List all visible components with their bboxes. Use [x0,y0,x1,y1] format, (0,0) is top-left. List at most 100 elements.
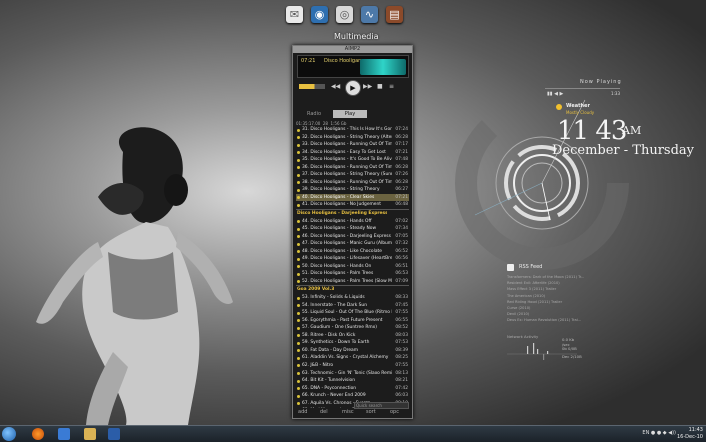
playlist-row[interactable]: 57. Gaudium - One (Suntree Rmx) 08:52 [296,324,409,332]
playlist-row[interactable]: 40. Disco Hooligans - Clear Skies 07:21 [296,193,409,202]
del-button[interactable]: del [320,409,328,415]
track-duration: 06:03 [395,393,408,399]
playlist-row[interactable]: 56. Egorythmia - Past Future Present 06:5… [296,317,409,325]
playlist-group-header[interactable]: Disco Hooligans - Darjeeling Express (20… [296,209,409,218]
volume-bar[interactable] [299,84,325,89]
playlist-row[interactable]: 45. Disco Hooligans - Steady Now 07:34 [296,225,409,233]
next-icon[interactable]: ▶▶ [363,83,372,90]
prev-icon[interactable]: ◀◀ [331,83,340,90]
playlist-row[interactable]: 50. Disco Hooligans - Hands On 06:51 [296,263,409,271]
playlist-row[interactable]: 55. Liquid Soul - Out Of The Blue (Ritmo… [296,309,409,317]
track-number: 64. [302,378,309,384]
playlist-row[interactable]: 61. Aladdin Vs. Signs - Crystal Alchemy 0… [296,354,409,362]
track-name: Goa 2009 Vol.3 [297,287,335,293]
track-name: Disco Hooligans - String Theory [310,187,380,193]
playlist-row[interactable]: 39. Disco Hooligans - String Theory 06:27 [296,186,409,194]
wallpaper-figure [36,127,233,425]
track-number: 37. [302,172,309,178]
track-duration: 07:26 [395,172,408,178]
eq-icon[interactable]: ≡ [389,83,394,90]
track-title: Disco Hooligans - Darjeeling Express (20… [297,210,387,218]
track-title: 35. Disco Hooligans - It's Good To Be Al… [302,156,392,164]
playlist-row[interactable]: 52. Disco Hooligans - Palm Trees (Slow M… [296,278,409,286]
sort-button[interactable]: sort [366,409,376,415]
now-playing-controls[interactable]: ▮▮ ◀ ▶ [547,91,563,97]
playlist-row[interactable]: 51. Disco Hooligans - Palm Trees 06:53 [296,270,409,278]
track-title: 47. Disco Hooligans - Manic Guru (Album.… [302,240,392,248]
playlist-row[interactable]: 31. Disco Hooligans - This Is How It's G… [296,126,409,134]
playlist-row[interactable]: 46. Disco Hooligans - Darjeeling Express… [296,233,409,241]
language-indicator[interactable]: EN [642,430,649,436]
playlist-row[interactable]: 36. Disco Hooligans - Running Out Of Tim… [296,164,409,172]
track-duration: 06:51 [395,263,408,269]
play-button[interactable]: ▶ [345,80,361,96]
playlist-row[interactable]: 34. Disco Hooligans - Easy To Get Lost 07… [296,149,409,157]
playlist-row[interactable]: 58. Ritree - Disk On Kick 08:03 [296,332,409,340]
misc-button[interactable]: misc [342,409,354,415]
playlist-row[interactable]: 32. Disco Hooligans - String Theory (Alt… [296,134,409,142]
player-title[interactable]: AIMP2 [293,46,412,53]
opc-button[interactable]: opc [390,409,399,415]
disc-icon[interactable]: ◎ [336,6,353,23]
tab-play[interactable]: Play [333,110,367,118]
track-duration: 07:21 [395,194,408,200]
mail-icon[interactable]: ✉ [286,6,303,23]
track-name: Ritree - Disk On Kick [310,332,356,338]
track-name: Technomic - Gin 'N' Tonic (Slaxo Remix) [310,370,392,376]
playlist-row[interactable]: 65. DNA - Psyconnection 07:42 [296,385,409,393]
clock-ampm: AM [622,124,642,137]
playlist-row[interactable]: 60. Fat Data - Day Dream 08:39 [296,347,409,355]
player-footer: Quick search add del misc sort opc [296,402,409,416]
browser-icon[interactable]: ◉ [311,6,328,23]
waveform-icon[interactable]: ∿ [361,6,378,23]
track-duration: 07:48 [395,157,408,163]
playlist-row[interactable]: 37. Disco Hooligans - String Theory (Sun… [296,171,409,179]
now-playing-progress[interactable] [545,88,620,89]
track-title: 59. Synthetics - Down To Earth [302,339,392,347]
playlist-row[interactable]: 38. Disco Hooligans - Running Out Of Tim… [296,179,409,187]
ie-icon[interactable] [58,428,70,440]
track-number: 31. [302,127,309,132]
rss-item[interactable]: Deus Ex: Human Revolution (2011) Trai... [507,317,602,323]
now-playing-time: 1:33 [611,91,620,96]
track-name: Disco Hooligans - Palm Trees (Slow M... [310,278,392,284]
playlist-row[interactable]: 59. Synthetics - Down To Earth 07:53 [296,339,409,347]
add-button[interactable]: add [298,409,307,415]
playlist-row[interactable]: 35. Disco Hooligans - It's Good To Be Al… [296,156,409,164]
playlist-row[interactable]: 54. Innerstate - The Dark Sun 07:45 [296,302,409,310]
track-title: 46. Disco Hooligans - Darjeeling Express [302,233,392,241]
taskbar-time: 11:43 [688,427,703,433]
playlist-row[interactable]: 66. Krunch - Never End 2009 06:03 [296,392,409,400]
firefox-icon[interactable] [32,428,44,440]
track-number: 59. [302,340,309,346]
start-button[interactable] [2,427,16,441]
track-name: Disco Hooligans - Clear Skies [310,194,375,200]
playlist-row[interactable]: 48. Disco Hooligans - Like Chocolate 06:5… [296,248,409,256]
search-input[interactable]: Quick search [354,402,409,409]
playlist-row[interactable]: 62. J&B - Nitro 07:55 [296,362,409,370]
playlist-row[interactable]: 49. Disco Hooligans - Lifesaver (HeartBr… [296,255,409,263]
track-name: Disco Hooligans - String Theory (Alterr.… [310,134,392,140]
track-duration: 07:21 [395,149,408,155]
playlist-row[interactable]: 64. Bit Kit - Tunnelvision 08:21 [296,377,409,385]
weather-title: Weather [566,103,590,109]
track-dot-icon [297,372,300,375]
explorer-icon[interactable] [84,428,96,440]
playlist-row[interactable]: 41. Disco Hooligans - No Judgement 06:48 [296,201,409,209]
taskbar-clock[interactable]: 11:43 16-Dec-10 [677,427,703,441]
track-title: 52. Disco Hooligans - Palm Trees (Slow M… [302,278,392,286]
playlist-row[interactable]: 33. Disco Hooligans - Running Out Of Tim… [296,141,409,149]
playlist-row[interactable]: 53. Infinity - Solids & Liquids 08:33 [296,294,409,302]
photoshop-icon[interactable] [108,428,120,440]
playlist-group-header[interactable]: Goa 2009 Vol.3 [296,285,409,294]
track-title: 51. Disco Hooligans - Palm Trees [302,270,392,278]
playlist-row[interactable]: 44. Disco Hooligans - Hands Off 07:02 [296,218,409,226]
stop-icon[interactable]: ■ [377,83,383,90]
track-title: 45. Disco Hooligans - Steady Now [302,225,392,233]
track-duration: 07:55 [395,362,408,368]
playlist-row[interactable]: 63. Technomic - Gin 'N' Tonic (Slaxo Rem… [296,370,409,378]
notebook-icon[interactable]: ▤ [386,6,403,23]
network-widget: Network Activity 0.0 Kb /sec 0b 0/0B Dec… [507,334,582,360]
tab-radio[interactable]: Radio [297,110,331,118]
playlist-row[interactable]: 47. Disco Hooligans - Manic Guru (Album.… [296,240,409,248]
